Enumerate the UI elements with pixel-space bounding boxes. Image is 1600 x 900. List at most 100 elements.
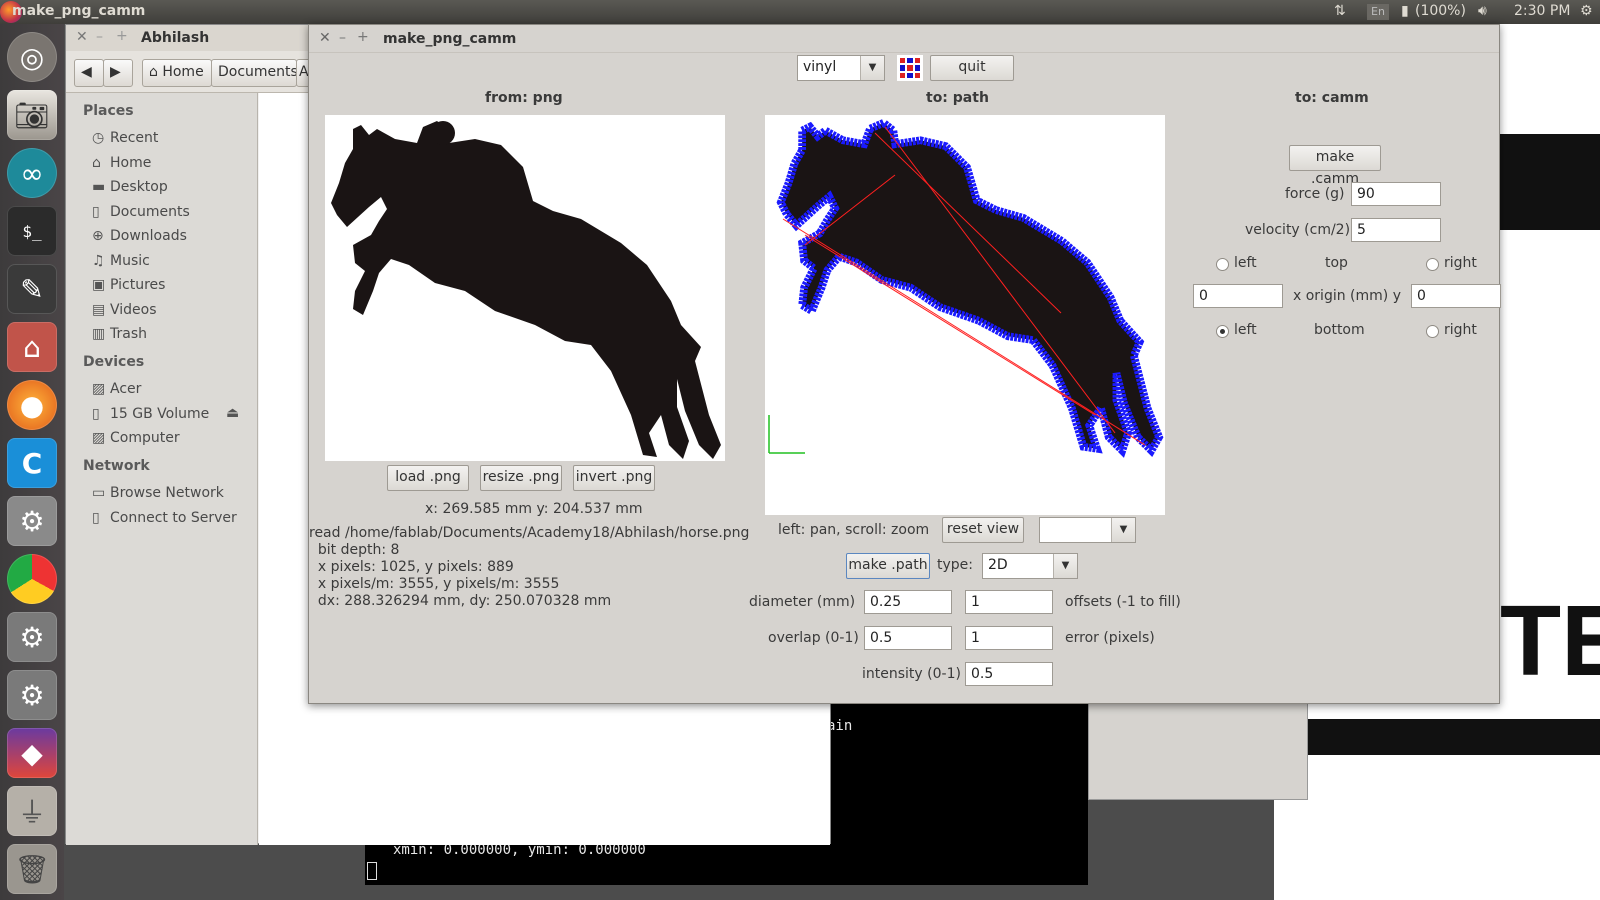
sidebar-item-documents[interactable]: ▯ Documents: [92, 204, 190, 220]
reset-view-button[interactable]: reset view: [942, 517, 1024, 543]
cursor-coordinates: x: 269.585 mm y: 204.537 mm: [425, 501, 643, 517]
quit-button[interactable]: quit: [930, 55, 1014, 81]
server-icon: ▯: [92, 510, 100, 526]
close-icon[interactable]: ✕: [76, 29, 88, 45]
sidebar-item-trash[interactable]: ▥ Trash: [92, 326, 147, 342]
sidebar-item-volume[interactable]: ▯ 15 GB Volume: [92, 406, 209, 422]
sidebar-item-pictures[interactable]: ▣ Pictures: [92, 277, 165, 293]
origin-bottom-left-radio[interactable]: [1216, 325, 1229, 338]
breadcrumb-documents[interactable]: Documents: [211, 59, 298, 87]
document-icon: ▯: [92, 204, 100, 220]
sidebar-item-browse-network[interactable]: ▭ Browse Network: [92, 485, 224, 501]
maximize-icon[interactable]: +: [116, 28, 128, 44]
load-png-button[interactable]: load .png: [387, 465, 469, 491]
make-camm-button[interactable]: make .camm: [1289, 145, 1381, 187]
path-preview[interactable]: [765, 115, 1165, 515]
chrome-icon[interactable]: [7, 554, 57, 604]
terminal-icon[interactable]: $_: [7, 206, 57, 256]
camera-icon[interactable]: 📷︎: [7, 90, 57, 140]
velocity-label: velocity (cm/2): [1245, 222, 1351, 238]
keyboard-indicator[interactable]: En: [1367, 4, 1389, 20]
sidebar-item-connect-server[interactable]: ▯ Connect to Server: [92, 510, 237, 526]
sidebar-item-computer[interactable]: ▨ Computer: [92, 430, 180, 446]
sidebar-item-downloads[interactable]: ⊕ Downloads: [92, 228, 187, 244]
origin-bottom-right-radio[interactable]: [1426, 325, 1439, 338]
error-field[interactable]: [965, 626, 1053, 650]
origin-label: x origin (mm) y: [1293, 288, 1401, 304]
battery-icon[interactable]: ▮: [1401, 3, 1409, 19]
session-gear-icon[interactable]: ⚙: [1580, 3, 1593, 19]
inkscape-icon[interactable]: ✎: [7, 264, 57, 314]
sidebar-item-music[interactable]: ♫ Music: [92, 253, 150, 269]
sidebar-item-desktop[interactable]: ▬ Desktop: [92, 179, 168, 195]
sidebar-item-videos[interactable]: ▤ Videos: [92, 302, 157, 318]
clock[interactable]: 2:30 PM: [1514, 3, 1570, 19]
force-field[interactable]: [1351, 182, 1441, 206]
intensity-field[interactable]: [965, 662, 1053, 686]
breadcrumb-home[interactable]: ⌂ Home: [142, 59, 212, 87]
origin-bottom-right-label: right: [1444, 322, 1477, 338]
sidebar-item-home[interactable]: ⌂ Home: [92, 155, 151, 171]
sidebar-item-label: Computer: [110, 430, 180, 446]
error-label: error (pixels): [1065, 630, 1155, 646]
origin-top-right-radio[interactable]: [1426, 258, 1439, 271]
sidebar-item-label: Desktop: [110, 179, 168, 195]
close-icon[interactable]: ✕: [319, 30, 331, 46]
ubuntu-dash-icon[interactable]: ◎: [7, 32, 57, 82]
invert-png-button[interactable]: invert .png: [573, 465, 655, 491]
intensity-label: intensity (0-1): [862, 666, 961, 682]
chevron-down-icon: ▼: [1053, 554, 1077, 578]
firefox-icon[interactable]: ●: [7, 380, 57, 430]
eject-icon[interactable]: ⏏: [226, 405, 239, 421]
machine-select[interactable]: vinyl ▼: [797, 55, 885, 81]
png-preview[interactable]: [325, 115, 725, 461]
file-info: read /home/fablab/Documents/Academy18/Ab…: [309, 525, 749, 610]
to-path-header: to: path: [926, 90, 989, 106]
overlap-field[interactable]: [864, 626, 952, 650]
firefox-dev-icon[interactable]: ◆: [7, 728, 57, 778]
terminal-cursor: [367, 862, 377, 880]
back-button[interactable]: ◀: [74, 59, 104, 87]
update-settings-icon[interactable]: ⚙: [7, 670, 57, 720]
computer-icon: ▨: [92, 430, 106, 446]
usb-drive-icon[interactable]: ⏚: [7, 786, 57, 836]
network-icon[interactable]: ⇅: [1334, 3, 1346, 19]
make-path-button[interactable]: make .path: [846, 553, 930, 579]
maximize-icon[interactable]: +: [357, 29, 369, 45]
velocity-field[interactable]: [1351, 218, 1441, 242]
chevron-down-icon: ▼: [860, 56, 884, 80]
view-select[interactable]: ▼: [1039, 517, 1136, 543]
sidebar-item-label: Home: [110, 155, 152, 171]
machine-select-value: vinyl: [803, 59, 837, 75]
battery-percent[interactable]: (100%): [1415, 3, 1466, 19]
y-origin-field[interactable]: [1411, 284, 1501, 308]
sidebar-item-recent[interactable]: ◷ Recent: [92, 130, 158, 146]
diameter-field[interactable]: [864, 590, 952, 614]
window-title: make_png_camm: [12, 3, 146, 19]
sidebar-item-acer[interactable]: ▨ Acer: [92, 381, 141, 397]
files-icon[interactable]: ⌂: [7, 322, 57, 372]
type-select[interactable]: 2D ▼: [982, 553, 1078, 579]
origin-bottom-left-label: left: [1234, 322, 1257, 338]
file-info-line: x pixels: 1025, y pixels: 889: [309, 559, 514, 575]
settings-icon[interactable]: ⚙: [7, 496, 57, 546]
minimize-icon[interactable]: –: [96, 29, 103, 45]
origin-top-right-label: right: [1444, 255, 1477, 271]
home-icon: ⌂: [149, 64, 163, 80]
forward-button[interactable]: ▶: [103, 59, 133, 87]
minimize-icon[interactable]: –: [339, 30, 346, 46]
view-hint: left: pan, scroll: zoom: [778, 522, 930, 538]
file-info-line: bit depth: 8: [309, 542, 400, 558]
offsets-field[interactable]: [965, 590, 1053, 614]
volume-icon[interactable]: 🔊︎: [1478, 3, 1487, 19]
diameter-label: diameter (mm): [749, 594, 856, 610]
x-origin-field[interactable]: [1193, 284, 1283, 308]
offsets-label: offsets (-1 to fill): [1065, 594, 1181, 610]
resize-png-button[interactable]: resize .png: [480, 465, 562, 491]
c-app-icon[interactable]: C: [7, 438, 57, 488]
system-settings-icon[interactable]: ⚙: [7, 612, 57, 662]
origin-top-left-radio[interactable]: [1216, 258, 1229, 271]
file-info-line: x pixels/m: 3555, y pixels/m: 3555: [309, 576, 560, 592]
trash-icon[interactable]: 🗑︎: [7, 844, 57, 894]
arduino-icon[interactable]: ∞: [7, 148, 57, 198]
